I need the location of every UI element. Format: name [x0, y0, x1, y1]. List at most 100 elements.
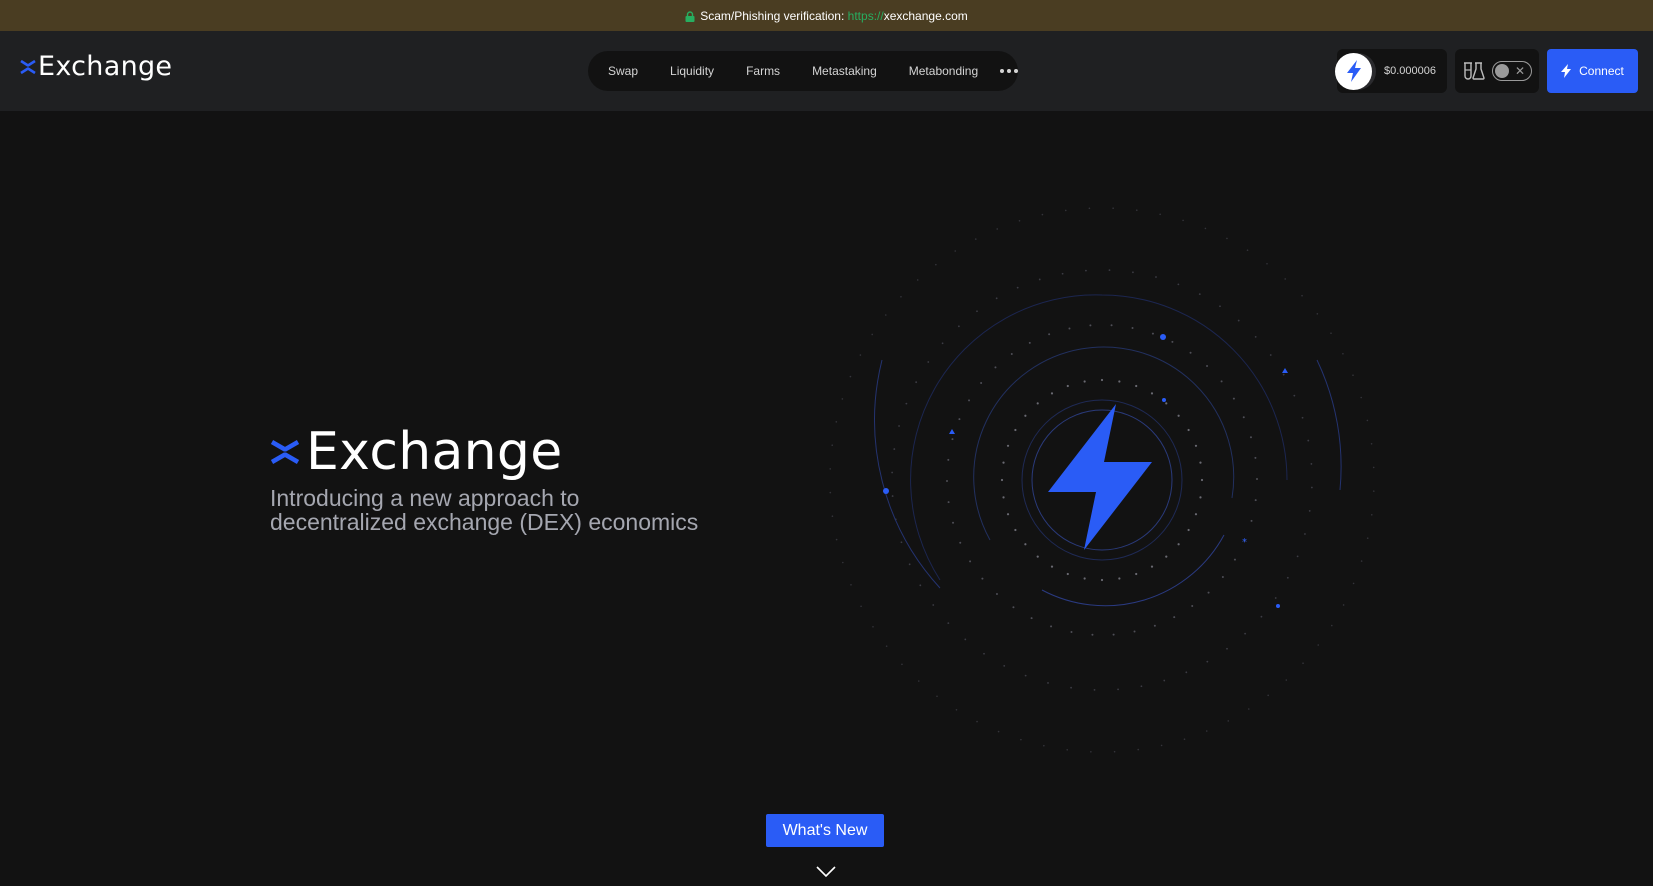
- nav-item-metastaking[interactable]: Metastaking: [796, 64, 893, 78]
- connect-button[interactable]: Connect: [1547, 49, 1638, 93]
- orbit-dot: [1024, 414, 1027, 417]
- orbit-dot: [1014, 528, 1017, 532]
- orbit-dot: [1246, 249, 1249, 252]
- orbit-dot: [1050, 392, 1054, 395]
- orbit-dot: [1177, 414, 1180, 417]
- orbit-dot: [1112, 207, 1114, 210]
- orbit-dot: [968, 399, 971, 402]
- orbit-dot: [1342, 352, 1344, 355]
- orbit-dot: [1131, 327, 1134, 330]
- labs-toggle[interactable]: ✕: [1492, 61, 1532, 81]
- orbit-dot: [1269, 354, 1272, 356]
- orbit-dot: [1163, 679, 1166, 682]
- nav-item-swap[interactable]: Swap: [598, 64, 654, 78]
- orbit-dot: [1247, 708, 1250, 710]
- orbit-dot: [831, 444, 834, 447]
- price-value: $0.000006: [1384, 65, 1436, 77]
- orbit-dot: [976, 310, 978, 313]
- header-logo[interactable]: Exchange: [20, 53, 172, 80]
- orbit-dot: [850, 583, 852, 586]
- nav-item-liquidity[interactable]: Liquidity: [654, 64, 730, 78]
- orbit-dot: [1206, 365, 1209, 368]
- orbit-dot: [1153, 624, 1156, 627]
- orbit-dot: [927, 361, 930, 363]
- orbit-dot: [871, 333, 874, 336]
- orbit-dot: [1132, 271, 1134, 274]
- labs-flask-icon[interactable]: [1463, 62, 1485, 80]
- orbit-dot: [1085, 269, 1087, 272]
- orbit-dot: [908, 563, 911, 566]
- bolt-token-icon: [1335, 52, 1372, 90]
- orbit-dot: [1194, 513, 1198, 516]
- orbit-dot: [1266, 262, 1268, 265]
- tagline-line-1: Introducing a new approach to: [270, 485, 580, 511]
- orbit-dot: [831, 515, 834, 518]
- orbit-dot: [900, 541, 903, 544]
- orbit-dot: [996, 228, 999, 230]
- orbit-dot: [915, 381, 918, 384]
- orbit-dot: [1310, 486, 1313, 489]
- orbit-dot: [1041, 213, 1044, 216]
- orbit-dot: [841, 398, 844, 400]
- orbit-dot: [849, 375, 852, 378]
- orbit-dot: [1010, 352, 1013, 355]
- orbit-dot: [1304, 533, 1306, 535]
- orbit-dot: [1187, 428, 1190, 432]
- connect-label: Connect: [1579, 64, 1624, 78]
- orbit-dot: [995, 297, 998, 300]
- orbit-dot: [947, 501, 950, 504]
- orbit-dot: [1016, 286, 1019, 289]
- orbit-dot: [1302, 662, 1304, 665]
- orbit-dot: [1255, 477, 1258, 480]
- orbit-dot: [1372, 490, 1375, 492]
- orbit-dot: [1249, 436, 1252, 439]
- orbit-dot: [1066, 384, 1069, 388]
- orbit-dot: [1366, 419, 1369, 422]
- orbit-dot: [885, 645, 888, 647]
- chevron-down-icon[interactable]: [816, 866, 836, 878]
- header: Exchange Swap Liquidity Farms Metastakin…: [0, 31, 1653, 111]
- hero-tagline: Introducing a new approach to decentrali…: [270, 486, 740, 534]
- orbit-dot: [1219, 305, 1221, 308]
- orbit-dot: [1118, 380, 1121, 383]
- orbit-dot: [1038, 278, 1041, 281]
- nav-item-metabonding[interactable]: Metabonding: [893, 64, 994, 78]
- hero-logo: Exchange: [270, 426, 562, 478]
- orbit-dot: [901, 663, 903, 666]
- phishing-banner: Scam/Phishing verification: https://xexc…: [0, 0, 1653, 31]
- orbit-dot: [1189, 351, 1192, 354]
- orbit-dot: [1171, 340, 1174, 343]
- orbit-dot: [1330, 624, 1333, 627]
- orbit-dot: [919, 584, 922, 587]
- more-dots-icon[interactable]: [994, 69, 1019, 73]
- orbit-dot: [1093, 688, 1096, 691]
- orbit-dot: [981, 577, 984, 580]
- orbit-dot: [1089, 324, 1092, 327]
- orbit-dot: [1226, 647, 1228, 650]
- orbit-dot: [1160, 744, 1163, 747]
- orbit-dot: [1173, 616, 1176, 619]
- orbit-dot: [872, 625, 874, 628]
- orbit-dot: [905, 402, 908, 405]
- close-icon: ✕: [1514, 64, 1525, 78]
- token-price[interactable]: $0.000006: [1335, 49, 1447, 93]
- whats-new-button[interactable]: What's New: [766, 814, 884, 847]
- orbit-dot: [1135, 209, 1138, 212]
- labs-toggle-box: ✕: [1455, 49, 1539, 93]
- orbit-dot: [1244, 632, 1247, 635]
- orbit-dot: [995, 592, 998, 595]
- orbit-dot: [891, 495, 894, 497]
- orbit-dot: [1301, 416, 1304, 419]
- accent-triangle: [949, 429, 955, 434]
- orbit-dot: [1182, 219, 1184, 222]
- orbit-dot: [1308, 510, 1311, 512]
- orbit-dot: [932, 604, 935, 606]
- orbit-dot: [1002, 461, 1005, 464]
- orbit-dot: [1301, 294, 1303, 297]
- orbit-dot: [1020, 738, 1022, 741]
- nav-item-farms[interactable]: Farms: [730, 64, 796, 78]
- lock-icon: [685, 11, 695, 22]
- orbit-dot: [1003, 664, 1006, 667]
- mid-arc-2: [1041, 534, 1225, 607]
- orbit-dot: [1250, 519, 1253, 522]
